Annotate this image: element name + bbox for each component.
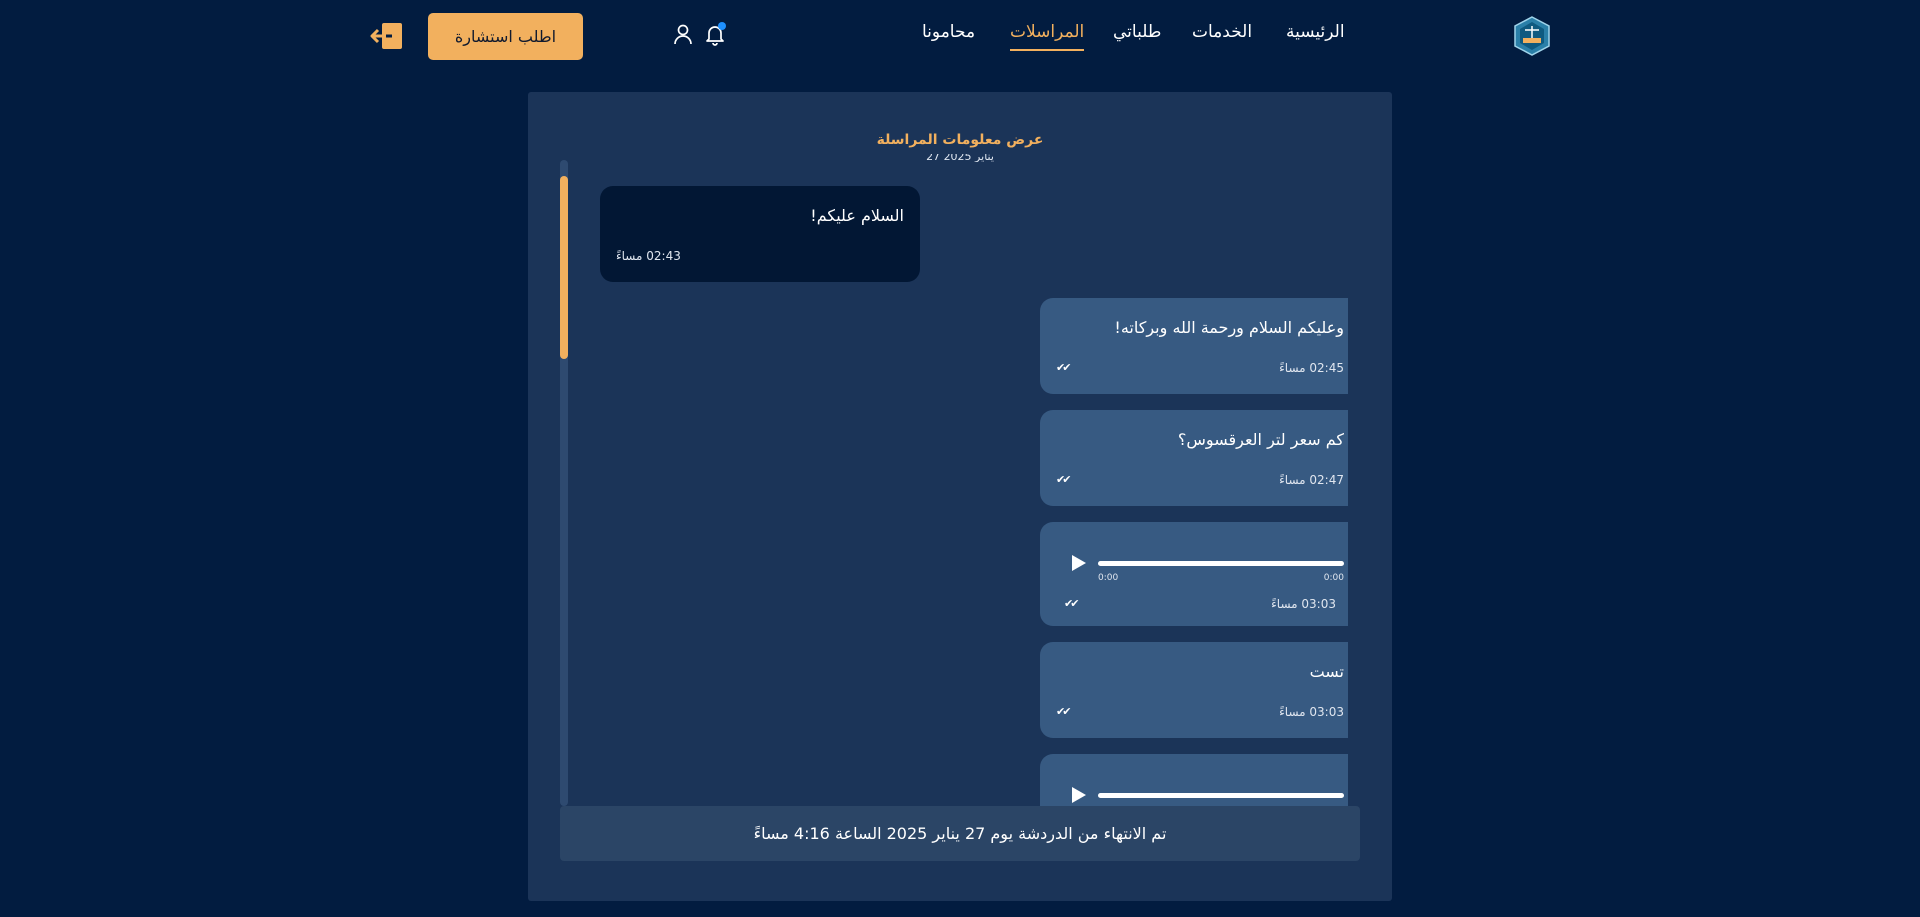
chat-ended-notice: تم الانتهاء من الدردشة يوم 27 يناير 2025… — [560, 806, 1360, 861]
notification-dot — [718, 22, 726, 30]
message-incoming: السلام عليكم! 02:43 مساءً — [600, 186, 920, 282]
message-time: 02:43 مساءً — [616, 249, 681, 263]
message-audio — [1040, 754, 1348, 806]
read-receipt-icon: ✔✔ — [1064, 597, 1080, 610]
conversation-info-title[interactable]: عرض معلومات المراسلة — [528, 132, 1392, 148]
read-receipt-icon: ✔✔ — [1056, 705, 1072, 718]
logo-icon[interactable] — [1514, 16, 1550, 56]
message-time: 03:03 مساءً — [1271, 597, 1336, 611]
audio-progress-bar[interactable] — [1098, 561, 1344, 566]
message-text: وعليكم السلام ورحمة الله وبركاته! — [1114, 318, 1344, 337]
play-icon[interactable] — [1072, 787, 1086, 803]
message-outgoing: كم سعر لتر العرقسوس؟ 02:47 مساءً ✔✔ — [1040, 410, 1348, 506]
scrollbar[interactable] — [560, 160, 568, 806]
message-outgoing: وعليكم السلام ورحمة الله وبركاته! 02:45 … — [1040, 298, 1348, 394]
message-outgoing: تست 03:03 مساءً ✔✔ — [1040, 642, 1348, 738]
message-time: 02:45 مساءً — [1279, 361, 1344, 375]
request-consultation-button[interactable]: اطلب استشارة — [428, 13, 583, 60]
audio-duration: 0:00 — [1323, 573, 1344, 583]
user-icon[interactable] — [671, 22, 695, 46]
nav-home[interactable]: الرئيسية — [1286, 22, 1345, 48]
chat-panel: عرض معلومات المراسلة 27 يناير 2025 السلا… — [528, 92, 1392, 901]
message-audio: 0:00 0:00 03:03 مساءً ✔✔ — [1040, 522, 1348, 626]
scrollbar-thumb[interactable] — [560, 176, 568, 359]
bell-icon[interactable] — [703, 22, 727, 46]
message-text: السلام عليكم! — [810, 206, 904, 225]
message-text: تست — [1309, 662, 1344, 681]
logout-icon[interactable] — [370, 20, 404, 52]
read-receipt-icon: ✔✔ — [1056, 361, 1072, 374]
play-icon[interactable] — [1072, 555, 1086, 571]
audio-progress-bar[interactable] — [1098, 793, 1344, 798]
message-text: كم سعر لتر العرقسوس؟ — [1177, 430, 1344, 449]
nav-messages[interactable]: المراسلات — [1010, 22, 1085, 51]
nav-our-lawyers[interactable]: محامونا — [922, 22, 975, 48]
message-time: 02:47 مساءً — [1279, 473, 1344, 487]
message-time: 03:03 مساءً — [1279, 705, 1344, 719]
nav-my-requests[interactable]: طلباتي — [1113, 22, 1161, 48]
date-separator: 27 يناير 2025 — [926, 154, 994, 162]
audio-current-time: 0:00 — [1098, 573, 1119, 583]
message-list: السلام عليكم! 02:43 مساءً وعليكم السلام … — [584, 164, 1348, 806]
nav-services[interactable]: الخدمات — [1192, 22, 1252, 48]
read-receipt-icon: ✔✔ — [1056, 473, 1072, 486]
